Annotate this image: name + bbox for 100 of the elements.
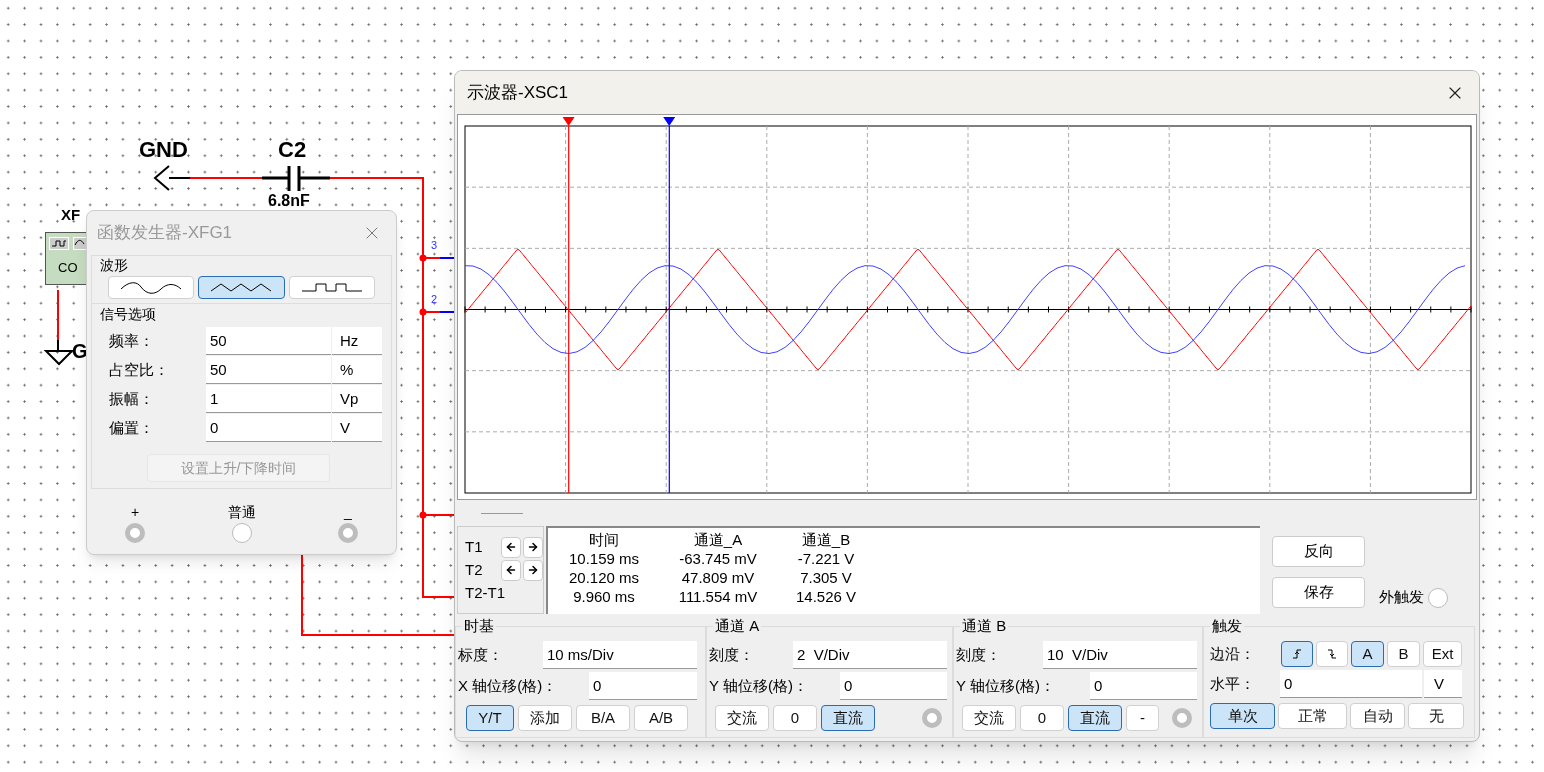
table-cell-text: 9.960 ms	[572, 587, 636, 606]
field-label: 占空比：	[108, 359, 170, 380]
field-label: 水平：	[1209, 673, 1256, 694]
arrow-right-icon	[527, 541, 539, 553]
scale-field[interactable]: 2 V/Div	[793, 641, 947, 669]
field-label: 标度：	[458, 644, 503, 665]
source-button[interactable]: Ext	[1423, 641, 1462, 667]
coupling-button[interactable]: 0	[1020, 705, 1064, 731]
mode-button[interactable]: A/B	[634, 705, 688, 731]
cursor-label: T2	[465, 559, 484, 580]
falling-edge-icon	[1326, 648, 1338, 660]
terminal-label: 普通	[227, 503, 256, 521]
column-header: 通道_A	[692, 530, 744, 549]
section-title: 通道 A	[713, 617, 762, 635]
section-title: 通道 B	[960, 617, 1009, 635]
table-cell-text: -63.745 mV	[678, 549, 758, 568]
table-cell-text: -7.221 V	[796, 549, 856, 568]
move-right-button[interactable]	[523, 559, 543, 581]
source-button[interactable]: B	[1387, 641, 1420, 667]
action-button[interactable]: 保存	[1272, 577, 1365, 608]
field-label: 刻度：	[956, 644, 1001, 665]
field-label: 频率：	[108, 330, 155, 351]
value-field[interactable]: 1	[206, 385, 331, 413]
capacitor-value: 6.8nF	[268, 193, 310, 209]
value-field[interactable]: 50	[206, 356, 331, 384]
move-right-button[interactable]	[523, 536, 543, 558]
ground-label: GND	[139, 139, 188, 161]
cursor-label: T2-T1	[465, 582, 505, 603]
value-field[interactable]: 50	[206, 327, 331, 355]
cursor-marker[interactable]	[562, 117, 575, 126]
terminal-label: _	[344, 503, 352, 521]
column-header: 时间	[588, 530, 620, 549]
cursor-label: T1	[465, 536, 484, 557]
terminal-label: 外触发	[1379, 587, 1424, 607]
square-wave-icon	[49, 237, 69, 250]
column-header: 通道_B	[800, 530, 852, 549]
edge-button[interactable]	[1281, 641, 1313, 667]
sine-wave-icon	[119, 281, 184, 294]
square-wave-icon	[299, 281, 364, 294]
unit-label: Hz	[332, 327, 382, 355]
group-label: 波形	[99, 256, 129, 274]
coupling-button[interactable]: 交流	[962, 705, 1016, 731]
trigger-mode-button[interactable]: 正常	[1278, 703, 1347, 729]
terminal-label: +	[130, 503, 140, 521]
window-title: 示波器-XSC1	[467, 81, 569, 104]
offset-field[interactable]: 0	[1090, 672, 1197, 700]
field-label: 边沿：	[1209, 643, 1256, 664]
trigger-mode-button[interactable]: 无	[1408, 703, 1464, 729]
pin-number: 3	[431, 240, 438, 251]
offset-field[interactable]: 0	[840, 672, 947, 700]
unit-label: %	[332, 356, 382, 384]
mode-button[interactable]: 添加	[518, 705, 572, 731]
move-left-button[interactable]	[501, 536, 521, 558]
scale-field[interactable]: 10 V/Div	[1043, 641, 1197, 669]
pin-number: 2	[431, 294, 438, 305]
field-label: Y 轴位移(格)：	[956, 675, 1055, 696]
generator-label: XF	[61, 207, 81, 222]
coupling-button[interactable]: 0	[773, 705, 817, 731]
arrow-left-icon	[505, 541, 517, 553]
table-cell-text: 14.526 V	[794, 587, 858, 606]
offset-field[interactable]: 0	[589, 672, 697, 700]
coupling-button[interactable]: 直流	[821, 705, 875, 731]
trigger-mode-button[interactable]: 自动	[1350, 703, 1405, 729]
unit-label: V	[332, 414, 382, 442]
field-label: Y 轴位移(格)：	[709, 675, 808, 696]
trigger-mode-button[interactable]: 单次	[1210, 703, 1275, 729]
ground-label: G	[72, 341, 88, 361]
cursor-marker[interactable]	[663, 117, 676, 126]
group-label: 信号选项	[99, 305, 157, 324]
table-cell-text: 10.159 ms	[567, 549, 640, 568]
unit-label: Vp	[332, 385, 382, 413]
move-left-button[interactable]	[501, 559, 521, 581]
arrow-right-icon	[527, 564, 539, 576]
triangle-wave-icon	[209, 281, 274, 294]
coupling-button[interactable]: 交流	[715, 705, 769, 731]
arrow-left-icon	[505, 564, 517, 576]
field-label: 振幅：	[108, 388, 155, 409]
mode-button[interactable]: B/A	[576, 705, 630, 731]
waveform-button[interactable]	[198, 276, 285, 299]
window-title: 函数发生器-XFG1	[97, 222, 233, 245]
coupling-button[interactable]: 直流	[1068, 705, 1122, 731]
value-field[interactable]: 0	[206, 414, 331, 442]
field-label: 偏置：	[108, 417, 155, 438]
field-label: X 轴位移(格)：	[458, 675, 558, 696]
pin-label: CO	[58, 261, 78, 274]
table-cell-text: 20.120 ms	[567, 568, 640, 587]
section-title: 时基	[462, 617, 496, 635]
table-cell-text: 47.809 mV	[680, 568, 756, 587]
coupling-button[interactable]: -	[1126, 705, 1159, 731]
mode-button[interactable]: Y/T	[466, 705, 514, 731]
field-label: 刻度：	[709, 644, 754, 665]
source-button[interactable]: A	[1351, 641, 1384, 667]
rising-edge-icon	[1291, 648, 1303, 660]
table-cell-text: 7.305 V	[799, 568, 853, 587]
action-button[interactable]: 反向	[1272, 536, 1365, 567]
table-cell-text: 111.554 mV	[677, 587, 759, 606]
section-title: 触发	[1210, 617, 1244, 635]
level-field[interactable]: 0	[1280, 670, 1422, 698]
capacitor-label: C2	[278, 139, 307, 161]
scale-field[interactable]: 10 ms/Div	[543, 641, 697, 669]
